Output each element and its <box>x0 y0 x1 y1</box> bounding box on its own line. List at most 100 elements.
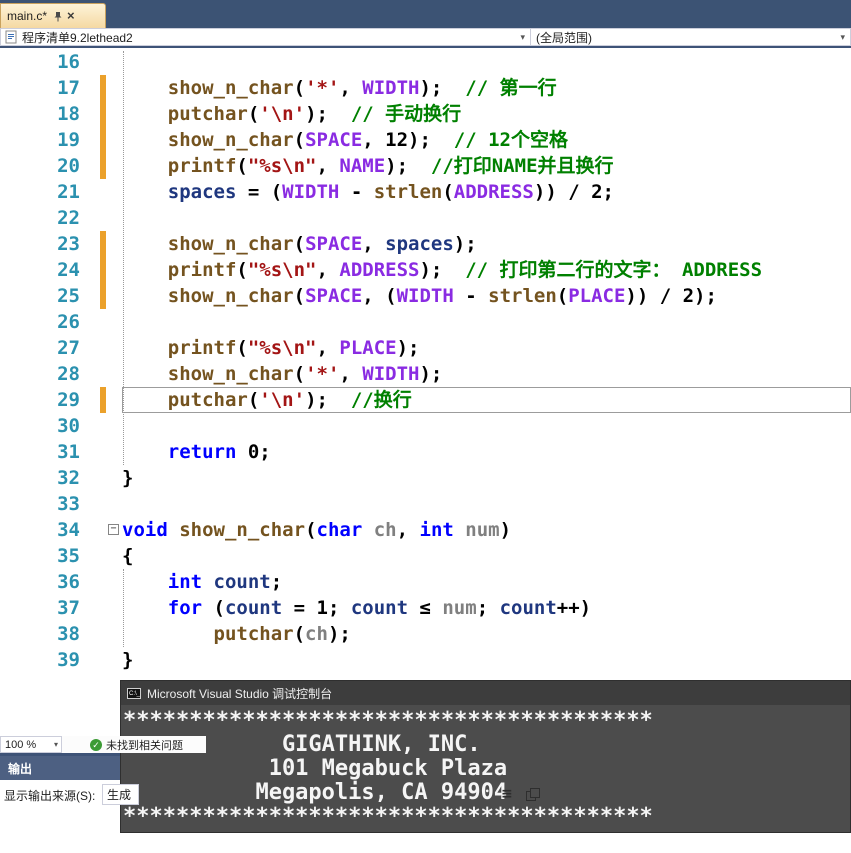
code-line[interactable]: 18 putchar('\n'); // 手动换行 <box>0 101 851 127</box>
editor-gutter <box>80 75 122 101</box>
change-bar <box>100 101 106 127</box>
console-line: **************************************** <box>123 708 653 733</box>
code-text: } <box>122 467 134 489</box>
code-text: show_n_char(SPACE, spaces); <box>167 233 477 255</box>
code-text: printf("%s\n", ADDRESS); // 打印第二行的文字： AD… <box>167 259 763 281</box>
editor-gutter <box>80 231 122 257</box>
line-number: 35 <box>57 545 80 567</box>
tab-main-c[interactable]: main.c* × <box>0 3 106 28</box>
code-line[interactable]: 32} <box>0 465 851 491</box>
code-line[interactable]: 29 putchar('\n'); //换行 <box>0 387 851 413</box>
output-source-value: 生成 <box>107 788 132 802</box>
check-icon: ✓ <box>90 738 102 751</box>
line-number: 38 <box>57 623 80 645</box>
code-text: putchar('\n'); //换行 <box>122 387 851 413</box>
editor-gutter <box>80 491 122 517</box>
document-dropdown-label: 程序清单9.2lethead2 <box>22 30 133 45</box>
close-icon[interactable]: × <box>67 9 75 22</box>
change-bar <box>100 387 106 413</box>
line-number: 24 <box>57 259 80 281</box>
line-number: 37 <box>57 597 80 619</box>
console-line: GIGATHINK, INC. <box>123 732 481 757</box>
change-bar <box>100 283 106 309</box>
editor-gutter <box>80 257 122 283</box>
code-line[interactable]: 30 <box>0 413 851 439</box>
tab-bar: main.c* × <box>0 0 851 28</box>
code-line[interactable]: 36 int count; <box>0 569 851 595</box>
code-line[interactable]: 27 printf("%s\n", PLACE); <box>0 335 851 361</box>
change-bar <box>100 257 106 283</box>
editor-gutter <box>80 283 122 309</box>
code-line[interactable]: 33 <box>0 491 851 517</box>
code-editor[interactable]: 16 17 show_n_char('*', WIDTH); // 第一行 18 p… <box>0 48 851 753</box>
editor-gutter <box>80 205 122 231</box>
line-number: 21 <box>57 181 80 203</box>
code-text: return 0; <box>167 441 271 463</box>
c-file-icon <box>5 30 17 44</box>
output-source-dropdown[interactable]: 生成 <box>102 784 139 805</box>
code-line[interactable]: 39} <box>0 647 851 673</box>
code-line[interactable]: 35 { <box>0 543 851 569</box>
code-line[interactable]: 34 − void show_n_char(char ch, int num) <box>0 517 851 543</box>
editor-gutter <box>80 569 122 595</box>
code-line[interactable]: 17 show_n_char('*', WIDTH); // 第一行 <box>0 75 851 101</box>
editor-gutter <box>80 621 122 647</box>
line-number: 29 <box>57 389 80 411</box>
health-label: 未找到相关问题 <box>106 739 183 752</box>
pin-output-icon[interactable] <box>526 788 540 801</box>
indent-guide <box>123 569 124 647</box>
output-source-label: 显示输出来源(S): <box>4 788 96 803</box>
chevron-down-icon: ▾ <box>53 740 58 749</box>
code-text: putchar('\n'); // 手动换行 <box>167 103 462 125</box>
code-line[interactable]: 20 printf("%s\n", NAME); //打印NAME并且换行 <box>0 153 851 179</box>
code-line[interactable]: 16 <box>0 49 851 75</box>
code-line[interactable]: 37 for (count = 1; count ≤ num; count++) <box>0 595 851 621</box>
navigation-bar: 程序清单9.2lethead2 ▾ (全局范围) ▾ <box>0 28 851 46</box>
code-text: void show_n_char(char ch, int num) <box>122 519 512 541</box>
line-number: 31 <box>57 441 80 463</box>
editor-gutter <box>80 465 122 491</box>
editor-gutter <box>80 387 122 413</box>
line-number: 19 <box>57 129 80 151</box>
line-number: 16 <box>57 51 80 73</box>
code-text: int count; <box>167 571 283 593</box>
code-line[interactable]: 28 show_n_char('*', WIDTH); <box>0 361 851 387</box>
pin-icon[interactable] <box>52 10 64 22</box>
word-wrap-icon[interactable]: ≡ <box>501 787 516 801</box>
code-line[interactable]: 22 <box>0 205 851 231</box>
change-bar <box>100 127 106 153</box>
chevron-down-icon: ▾ <box>840 31 845 42</box>
code-line[interactable]: 24 printf("%s\n", ADDRESS); // 打印第二行的文字：… <box>0 257 851 283</box>
editor-gutter <box>80 179 122 205</box>
console-line: **************************************** <box>123 804 653 829</box>
fold-marker-icon[interactable]: − <box>108 524 119 535</box>
code-line[interactable]: 21 spaces = (WIDTH - strlen(ADDRESS)) / … <box>0 179 851 205</box>
code-line[interactable]: 25 show_n_char(SPACE, (WIDTH - strlen(PL… <box>0 283 851 309</box>
line-number: 25 <box>57 285 80 307</box>
line-number: 17 <box>57 77 80 99</box>
zoom-select[interactable]: 100 % ▾ <box>0 736 62 753</box>
zoom-level: 100 % <box>5 738 37 751</box>
console-title-bar[interactable]: C:\_ Microsoft Visual Studio 调试控制台 <box>121 681 850 705</box>
line-number: 34 <box>57 519 80 541</box>
output-panel-title: 输出 <box>8 761 33 776</box>
editor-gutter <box>80 335 122 361</box>
document-dropdown[interactable]: 程序清单9.2lethead2 ▾ <box>0 28 531 46</box>
debug-console-window[interactable]: C:\_ Microsoft Visual Studio 调试控制台 *****… <box>120 680 851 833</box>
code-line[interactable]: 31 return 0; <box>0 439 851 465</box>
code-line[interactable]: 19 show_n_char(SPACE, 12); // 12个空格 <box>0 127 851 153</box>
console-icon: C:\_ <box>127 687 141 699</box>
code-line[interactable]: 23 show_n_char(SPACE, spaces); <box>0 231 851 257</box>
code-text: show_n_char(SPACE, 12); // 12个空格 <box>167 129 568 151</box>
editor-gutter <box>80 361 122 387</box>
line-number: 18 <box>57 103 80 125</box>
code-line[interactable]: 26 <box>0 309 851 335</box>
code-line[interactable]: 38 putchar(ch); <box>0 621 851 647</box>
scope-dropdown[interactable]: (全局范围) ▾ <box>530 28 851 46</box>
editor-gutter <box>80 153 122 179</box>
document-health-indicator[interactable]: ✓ 未找到相关问题 <box>90 737 183 753</box>
editor-gutter: − <box>80 517 122 543</box>
editor-gutter <box>80 595 122 621</box>
